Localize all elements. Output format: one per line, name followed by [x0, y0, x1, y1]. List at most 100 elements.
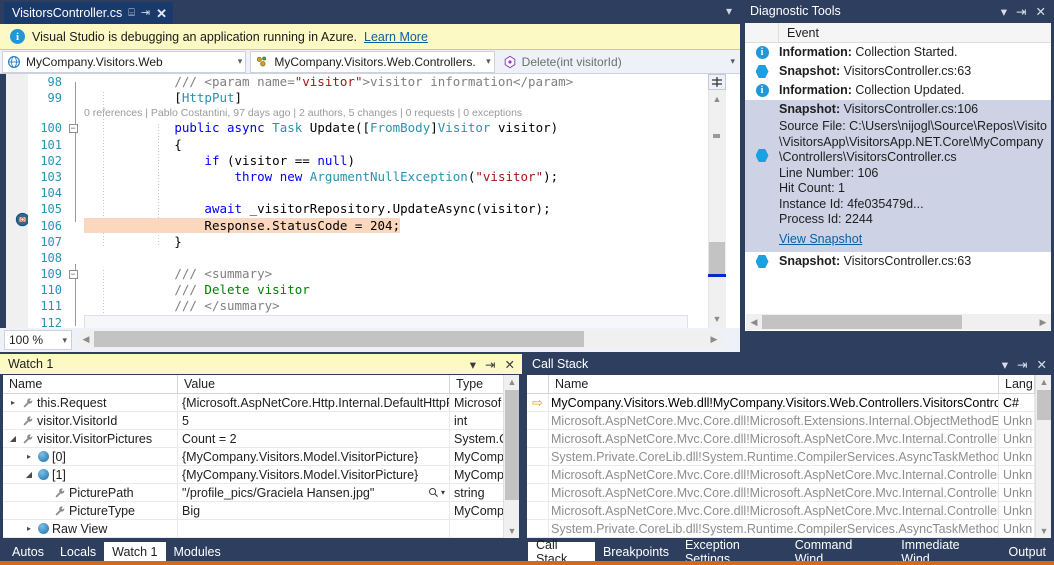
tab-output[interactable]: Output [1000, 542, 1054, 561]
glyph-margin[interactable] [6, 74, 30, 328]
value-visualizer[interactable]: ▾ [428, 487, 445, 498]
table-row[interactable]: Microsoft.AspNetCore.Mvc.Core.dll!Micros… [527, 502, 1051, 520]
row-expander[interactable]: ▸ [23, 524, 35, 533]
table-row-empty[interactable] [3, 538, 519, 539]
diagnostic-event-row[interactable]: Snapshot: VisitorsController.cs:63 [745, 62, 1051, 81]
code-text-area[interactable]: 98 /// <param name="visitor">visitor inf… [28, 74, 690, 328]
diagnostic-event-row[interactable]: Snapshot: VisitorsController.cs:63 [745, 252, 1051, 271]
watch-name-cell[interactable]: PictureType [3, 502, 178, 519]
project-dropdown[interactable]: MyCompany.Visitors.Web ▾ [2, 50, 247, 73]
chevron-down-icon[interactable]: ▾ [470, 357, 476, 372]
pin-icon[interactable]: ⇥ [485, 357, 495, 372]
watch-value-cell[interactable]: "/profile_pics/Graciela Hansen.jpg" ▾ [178, 484, 450, 501]
editor-hscroll-thumb[interactable] [94, 331, 584, 347]
chevron-down-icon[interactable]: ▾ [232, 56, 243, 67]
code-line[interactable]: 103 throw new ArgumentNullException("vis… [28, 169, 690, 185]
code-line[interactable]: 108 [28, 250, 690, 266]
watch-value-cell[interactable] [178, 520, 450, 537]
code-line[interactable]: 100− public async Task Update([FromBody]… [28, 120, 690, 136]
codelens-annotation[interactable]: 0 references | Pablo Costantini, 97 days… [28, 106, 690, 120]
pin-icon[interactable]: ⇥ [1017, 357, 1027, 372]
tab-call-stack[interactable]: Call Stack [528, 538, 595, 565]
scroll-right-arrow-icon[interactable]: ▶ [1035, 314, 1051, 330]
tab-modules[interactable]: Modules [165, 542, 229, 561]
watch-value-cell[interactable]: {MyCompany.Visitors.Model.VisitorPicture… [178, 448, 450, 465]
tab-command-wind[interactable]: Command Wind... [786, 538, 894, 565]
code-line[interactable]: 106 Response.StatusCode = 204; [28, 217, 690, 234]
diagnostic-events-list[interactable]: Event i Information: Collection Started. S… [744, 22, 1052, 332]
learn-more-link[interactable]: Learn More [364, 30, 428, 44]
table-row[interactable]: ⇨ MyCompany.Visitors.Web.dll!MyCompany.Vi… [527, 394, 1051, 412]
tab-immediate-wind[interactable]: Immediate Wind... [893, 538, 1001, 565]
close-icon[interactable]: ✕ [1037, 357, 1047, 372]
tab-exception-settings[interactable]: Exception Settings [676, 538, 787, 565]
code-line[interactable]: 107 } [28, 234, 690, 250]
tab-breakpoints[interactable]: Breakpoints [594, 542, 677, 561]
diagnostic-event-selected[interactable]: Snapshot: VisitorsController.cs:106 Sourc… [745, 100, 1051, 252]
editor-scrollbar-thumb[interactable] [709, 242, 725, 274]
watch-name-cell[interactable]: ◢ [1] [3, 466, 178, 483]
fold-marker[interactable]: − [62, 120, 84, 136]
pin-icon[interactable]: ⇥ [1016, 4, 1026, 19]
scroll-up-arrow-icon[interactable]: ▲ [1036, 375, 1051, 389]
table-row[interactable]: visitor.VisitorId 5 int [3, 412, 519, 430]
table-row[interactable]: ▸ Raw View [3, 520, 519, 538]
row-expander[interactable]: ▸ [7, 398, 19, 407]
table-row[interactable]: System.Private.CoreLib.dll!System.Runtim… [527, 448, 1051, 466]
editor-vertical-scrollbar[interactable] [708, 74, 726, 328]
diagnostic-hscrollbar[interactable]: ◀ ▶ [746, 314, 1051, 330]
tab-locals[interactable]: Locals [51, 542, 105, 561]
table-row[interactable]: PicturePath "/profile_pics/Graciela Hanse… [3, 484, 519, 502]
code-line[interactable]: 105 await _visitorRepository.UpdateAsync… [28, 201, 690, 217]
watch-name-cell[interactable]: PicturePath [3, 484, 178, 501]
watch-name-cell[interactable]: ◢ visitor.VisitorPictures [3, 430, 178, 447]
scroll-up-arrow-icon[interactable]: ▲ [504, 375, 519, 389]
member-dropdown[interactable]: Delete(int visitorId) ▾ [499, 51, 738, 73]
scroll-down-arrow-icon[interactable]: ▼ [708, 312, 726, 326]
chevron-down-icon[interactable]: ▾ [724, 56, 735, 67]
scroll-up-arrow-icon[interactable]: ▲ [708, 92, 726, 106]
chevron-down-icon[interactable]: ▾ [62, 335, 67, 346]
table-row[interactable]: PictureType Big MyComp [3, 502, 519, 520]
table-row[interactable]: Microsoft.AspNetCore.Mvc.Core.dll!Micros… [527, 430, 1051, 448]
pin-icon[interactable]: ⇥ [141, 7, 150, 19]
code-line[interactable]: 111 /// </summary> [28, 298, 690, 314]
watch-name-cell[interactable]: ▸ Raw View [3, 520, 178, 537]
call-stack-vertical-scrollbar[interactable]: ▲ ▼ [1035, 375, 1051, 538]
table-row[interactable]: ◢ visitor.VisitorPictures Count = 2 System.… [3, 430, 519, 448]
table-row[interactable]: System.Private.CoreLib.dll!System.Runtim… [527, 520, 1051, 538]
code-line[interactable]: 98 /// <param name="visitor">visitor inf… [28, 74, 690, 90]
diagnostic-event-row[interactable]: i Information: Collection Started. [745, 43, 1051, 62]
chevron-down-icon[interactable]: ▾ [726, 4, 732, 18]
code-line[interactable]: 101 { [28, 137, 690, 153]
tab-autos[interactable]: Autos [4, 542, 52, 561]
row-expander[interactable]: ◢ [7, 434, 19, 443]
table-row[interactable]: ◢ [1] {MyCompany.Visitors.Model.VisitorPic… [3, 466, 519, 484]
scroll-left-arrow-icon[interactable]: ◀ [746, 314, 762, 330]
watch-grid[interactable]: Name Value Type ▸ this.Request {Microsoft.… [2, 374, 520, 539]
table-row[interactable]: Microsoft.AspNetCore.Mvc.Core.dll!Micros… [527, 412, 1051, 430]
code-line[interactable]: 110 /// Delete visitor [28, 282, 690, 298]
watch-name-cell[interactable]: visitor.VisitorId [3, 412, 178, 429]
code-line[interactable]: 104 [28, 185, 690, 201]
chevron-down-icon[interactable]: ▾ [480, 56, 491, 67]
row-expander[interactable]: ▸ [23, 452, 35, 461]
watch-name-cell[interactable]: ▸ [0] [3, 448, 178, 465]
chevron-down-icon[interactable]: ▾ [1002, 357, 1008, 372]
table-row[interactable]: ▸ this.Request {Microsoft.AspNetCore.Http.… [3, 394, 519, 412]
watch-scroll-thumb[interactable] [505, 390, 519, 500]
zoom-level-dropdown[interactable]: 100 % ▾ [4, 330, 72, 350]
code-line[interactable]: 112 /// <param name="visitorId">visitorI… [28, 314, 690, 328]
tab-watch-1[interactable]: Watch 1 [104, 542, 166, 561]
chevron-down-icon[interactable]: ▾ [441, 488, 445, 497]
watch-value-cell[interactable]: Big [178, 502, 450, 519]
watch-value-cell[interactable]: Count = 2 [178, 430, 450, 447]
class-dropdown[interactable]: MyCompany.Visitors.Web.Controllers.\ ▾ [250, 50, 495, 73]
split-view-icon[interactable] [708, 74, 726, 90]
table-row[interactable]: ▸ [0] {MyCompany.Visitors.Model.VisitorPic… [3, 448, 519, 466]
watch-value-cell[interactable]: 5 [178, 412, 450, 429]
diagnostic-event-row[interactable]: i Information: Collection Updated. [745, 81, 1051, 100]
watch-value-cell[interactable]: {Microsoft.AspNetCore.Http.Internal.Defa… [178, 394, 450, 411]
watch-vertical-scrollbar[interactable]: ▲ ▼ [503, 375, 519, 538]
diagnostic-event-row[interactable]: Snapshot: VisitorsController.cs:106 [745, 100, 1051, 119]
